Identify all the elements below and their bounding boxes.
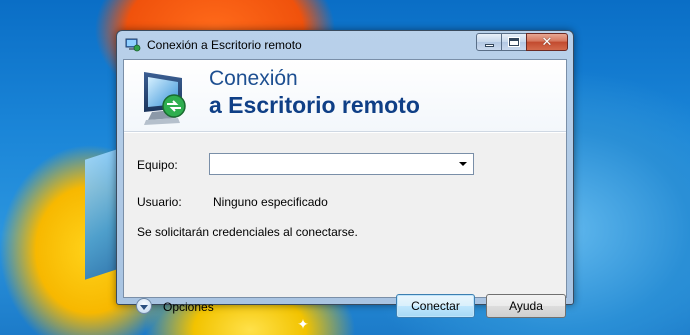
chevron-down-icon [140, 304, 148, 310]
window-title: Conexión a Escritorio remoto [147, 38, 302, 52]
window-client-area: Conexión a Escritorio remoto Equipo: Usu… [123, 59, 567, 318]
remote-desktop-monitor-icon [144, 72, 186, 125]
computer-label: Equipo: [137, 158, 178, 172]
title-bar[interactable]: Conexión a Escritorio remoto ✕ [123, 31, 568, 59]
user-label: Usuario: [137, 195, 182, 209]
connect-button[interactable]: Conectar [396, 294, 475, 318]
header-banner: Conexión a Escritorio remoto [124, 60, 566, 132]
credentials-note: Se solicitarán credenciales al conectars… [137, 225, 358, 239]
options-link[interactable]: Opciones [163, 300, 214, 314]
banner-title-line1: Conexión [209, 67, 298, 90]
chevron-down-icon [459, 162, 467, 166]
computer-combobox[interactable] [209, 153, 474, 175]
help-button[interactable]: Ayuda [486, 294, 566, 318]
close-button[interactable]: ✕ [526, 33, 568, 51]
minimize-icon [484, 43, 494, 47]
dialog-body: Equipo: Usuario: Ninguno especificado Se… [124, 133, 566, 318]
remote-desktop-icon [125, 38, 141, 52]
computer-dropdown-button[interactable] [455, 155, 471, 173]
user-value: Ninguno especificado [213, 195, 328, 209]
sparkle-decoration: ✦ [297, 317, 309, 333]
options-expand-icon[interactable] [136, 298, 152, 314]
maximize-button[interactable] [501, 33, 527, 51]
remote-desktop-window: Conexión a Escritorio remoto ✕ Conexión … [116, 30, 574, 318]
close-icon: ✕ [541, 34, 553, 50]
maximize-icon [508, 37, 520, 47]
minimize-button[interactable] [476, 33, 502, 51]
banner-title-line2: a Escritorio remoto [209, 92, 420, 118]
window-controls: ✕ [476, 33, 568, 51]
